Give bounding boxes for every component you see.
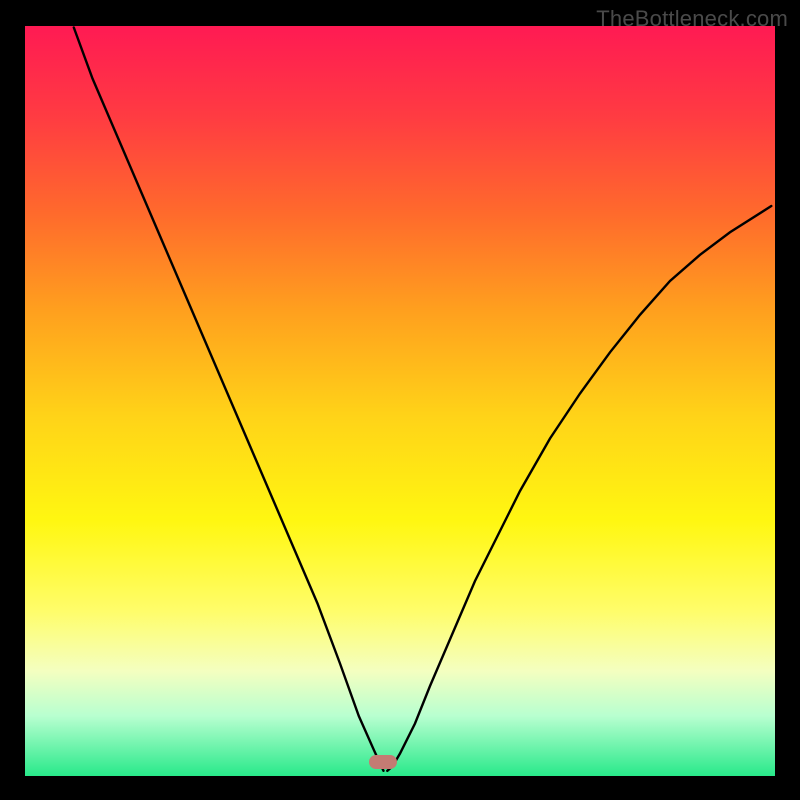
chart-curve [25, 26, 775, 776]
curve-left [74, 28, 384, 771]
chart-area [25, 26, 775, 776]
watermark-text: TheBottleneck.com [596, 6, 788, 32]
optimum-marker [369, 755, 397, 769]
curve-right [387, 206, 771, 771]
